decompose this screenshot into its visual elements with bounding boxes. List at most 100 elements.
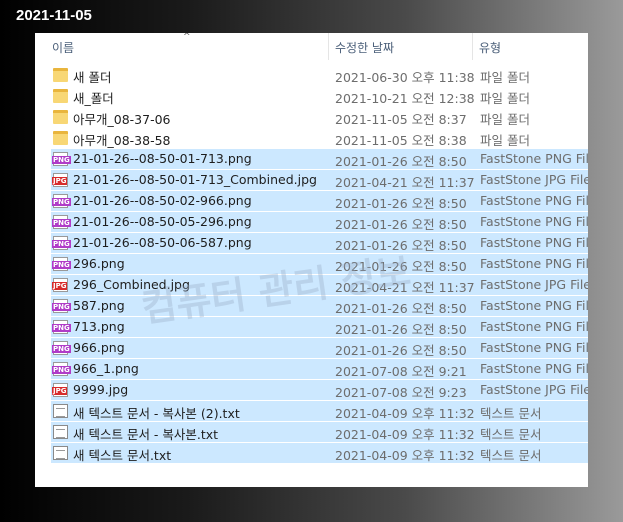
file-row[interactable]: JPG 9999.jpg 2021-07-08 오전 9:23 FastStone J… [51, 380, 588, 400]
file-name[interactable]: 21-01-26--08-50-06-587.png [73, 235, 252, 250]
file-date-modified: 2021-04-09 오후 11:32 [335, 448, 475, 463]
png-icon: PNG [52, 341, 71, 355]
sort-ascending-icon[interactable]: ^ [183, 33, 191, 42]
file-name[interactable]: 21-01-26--08-50-01-713.png [73, 151, 252, 166]
jpg-icon: JPG [52, 278, 68, 292]
file-row[interactable]: PNG 21-01-26--08-50-01-713.png 2021-01-26 … [51, 149, 588, 169]
file-type: FastStone PNG File [480, 235, 588, 250]
file-name[interactable]: 296.png [73, 256, 125, 271]
file-name[interactable]: 새 폴더 [73, 67, 111, 86]
file-row[interactable]: PNG 966_1.png 2021-07-08 오전 9:21 FastStone … [51, 359, 588, 379]
file-type: FastStone PNG File [480, 256, 588, 271]
file-name[interactable]: 아무개_08-38-58 [73, 130, 171, 149]
file-date-modified: 2021-01-26 오전 8:50 [335, 301, 467, 316]
file-name[interactable]: 21-01-26--08-50-01-713_Combined.jpg [73, 172, 317, 187]
png-icon: PNG [52, 152, 71, 166]
file-explorer-list: ^ 이름 수정한 날짜 유형 새 폴더 2021-06-30 오후 11:38 파일… [35, 33, 588, 487]
file-name[interactable]: 새 텍스트 문서 - 복사본.txt [73, 424, 218, 443]
file-name[interactable]: 21-01-26--08-50-02-966.png [73, 193, 252, 208]
file-date-modified: 2021-07-08 오전 9:23 [335, 385, 467, 400]
file-row[interactable]: 새_폴더 2021-10-21 오전 12:38 파일 폴더 [51, 86, 588, 106]
file-type: FastStone PNG File [480, 151, 588, 166]
file-name[interactable]: 966.png [73, 340, 125, 355]
folder-icon [53, 89, 68, 103]
file-row[interactable]: PNG 296.png 2021-01-26 오전 8:50 FastStone PN… [51, 254, 588, 274]
file-date-modified: 2021-01-26 오전 8:50 [335, 322, 467, 337]
file-date-modified: 2021-04-09 오후 11:32 [335, 427, 475, 442]
text-file-icon [53, 404, 68, 418]
column-divider[interactable] [328, 33, 329, 60]
column-divider[interactable] [472, 33, 473, 60]
file-type: FastStone PNG File [480, 340, 588, 355]
file-date-modified: 2021-04-21 오전 11:37 [335, 175, 475, 190]
file-type: 텍스트 문서 [480, 448, 542, 463]
file-row[interactable]: PNG 966.png 2021-01-26 오전 8:50 FastStone PN… [51, 338, 588, 358]
file-name[interactable]: 아무개_08-37-06 [73, 109, 171, 128]
file-row[interactable]: 새 텍스트 문서.txt 2021-04-09 오후 11:32 텍스트 문서 [51, 443, 588, 463]
file-date-modified: 2021-01-26 오전 8:50 [335, 343, 467, 358]
file-name[interactable]: 새 텍스트 문서 - 복사본 (2).txt [73, 403, 240, 422]
folder-icon [53, 68, 68, 82]
file-row[interactable]: JPG 21-01-26--08-50-01-713_Combined.jpg 20… [51, 170, 588, 190]
file-type: FastStone JPG File [480, 382, 588, 397]
file-row[interactable]: 새 텍스트 문서 - 복사본.txt 2021-04-09 오후 11:32 텍스트… [51, 422, 588, 442]
file-row[interactable]: 아무개_08-37-06 2021-11-05 오전 8:37 파일 폴더 [51, 107, 588, 127]
file-date-modified: 2021-01-26 오전 8:50 [335, 154, 467, 169]
date-title: 2021-11-05 [16, 7, 92, 24]
file-date-modified: 2021-10-21 오전 12:38 [335, 91, 475, 106]
column-header-type[interactable]: 유형 [479, 39, 501, 56]
file-type: FastStone JPG File [480, 172, 588, 187]
file-type: FastStone PNG File [480, 298, 588, 313]
jpg-icon: JPG [52, 173, 68, 187]
file-type: 파일 폴더 [480, 91, 530, 106]
file-type: FastStone JPG File [480, 277, 588, 292]
file-row[interactable]: 새 폴더 2021-06-30 오후 11:38 파일 폴더 [51, 65, 588, 85]
file-type: FastStone PNG File [480, 319, 588, 334]
file-row[interactable]: PNG 713.png 2021-01-26 오전 8:50 FastStone PN… [51, 317, 588, 337]
file-date-modified: 2021-04-09 오후 11:32 [335, 406, 475, 421]
file-row[interactable]: PNG 587.png 2021-01-26 오전 8:50 FastStone PN… [51, 296, 588, 316]
file-date-modified: 2021-06-30 오후 11:38 [335, 70, 475, 85]
file-type: FastStone PNG File [480, 361, 588, 376]
png-icon: PNG [52, 257, 71, 271]
file-name[interactable]: 21-01-26--08-50-05-296.png [73, 214, 252, 229]
file-type: FastStone PNG File [480, 214, 588, 229]
text-file-icon [53, 446, 68, 460]
file-row[interactable]: 아무개_08-38-58 2021-11-05 오전 8:38 파일 폴더 [51, 128, 588, 148]
file-row[interactable]: PNG 21-01-26--08-50-02-966.png 2021-01-26 … [51, 191, 588, 211]
file-name[interactable]: 296_Combined.jpg [73, 277, 190, 292]
file-name[interactable]: 587.png [73, 298, 125, 313]
file-name[interactable]: 9999.jpg [73, 382, 128, 397]
file-type: 파일 폴더 [480, 70, 530, 85]
file-name[interactable]: 966_1.png [73, 361, 139, 376]
file-date-modified: 2021-01-26 오전 8:50 [335, 259, 467, 274]
file-date-modified: 2021-11-05 오전 8:38 [335, 133, 467, 148]
png-icon: PNG [52, 320, 71, 334]
file-type: 텍스트 문서 [480, 406, 542, 421]
png-icon: PNG [52, 299, 71, 313]
file-date-modified: 2021-01-26 오전 8:50 [335, 238, 467, 253]
file-type: 파일 폴더 [480, 112, 530, 127]
file-type: 텍스트 문서 [480, 427, 542, 442]
file-name[interactable]: 새 텍스트 문서.txt [73, 445, 171, 464]
text-file-icon [53, 425, 68, 439]
file-type: FastStone PNG File [480, 193, 588, 208]
column-header: ^ 이름 수정한 날짜 유형 [35, 33, 588, 60]
column-header-date-modified[interactable]: 수정한 날짜 [335, 39, 394, 56]
png-icon: PNG [52, 194, 71, 208]
folder-icon [53, 110, 68, 124]
file-date-modified: 2021-07-08 오전 9:21 [335, 364, 467, 379]
png-icon: PNG [52, 215, 71, 229]
file-name[interactable]: 새_폴더 [73, 88, 114, 107]
folder-icon [53, 131, 68, 145]
file-row[interactable]: PNG 21-01-26--08-50-06-587.png 2021-01-26 … [51, 233, 588, 253]
file-row[interactable]: JPG 296_Combined.jpg 2021-04-21 오전 11:37 Fa… [51, 275, 588, 295]
file-rows: 새 폴더 2021-06-30 오후 11:38 파일 폴더 새_폴더 2021-10-… [51, 65, 588, 464]
file-row[interactable]: PNG 21-01-26--08-50-05-296.png 2021-01-26 … [51, 212, 588, 232]
column-header-name[interactable]: 이름 [52, 39, 74, 56]
png-icon: PNG [52, 362, 71, 376]
file-row[interactable]: 새 텍스트 문서 - 복사본 (2).txt 2021-04-09 오후 11:3… [51, 401, 588, 421]
file-name[interactable]: 713.png [73, 319, 125, 334]
png-icon: PNG [52, 236, 71, 250]
file-type: 파일 폴더 [480, 133, 530, 148]
